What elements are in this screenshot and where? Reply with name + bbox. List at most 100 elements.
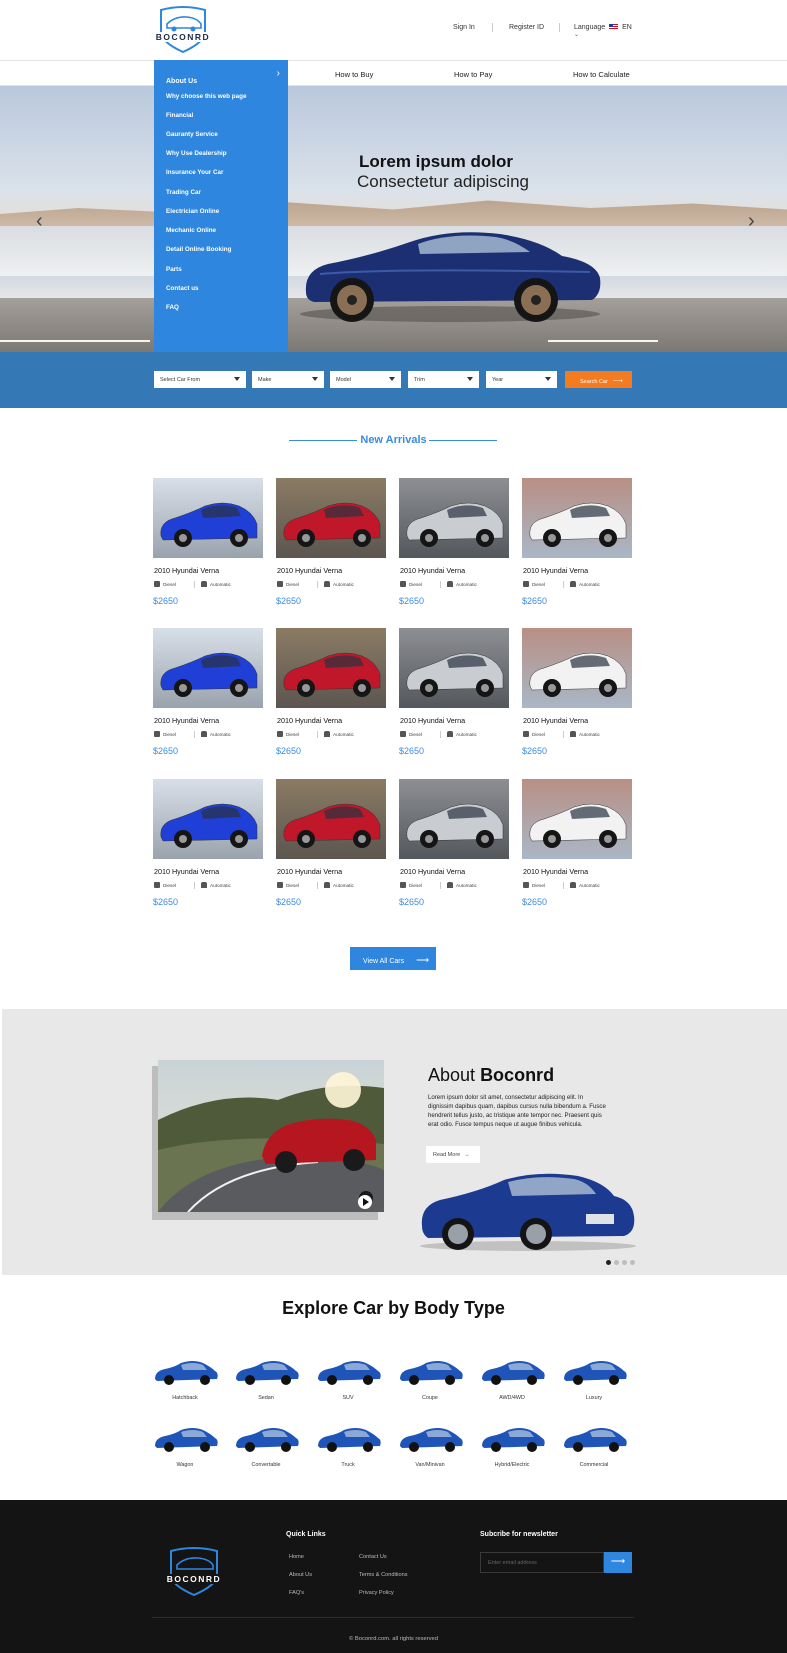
menu-item-insurance[interactable]: Insurance Your Car	[166, 169, 224, 176]
car-name[interactable]: 2010 Hyundai Verna	[154, 566, 219, 575]
body-type-item[interactable]: Hatchback	[145, 1355, 225, 1405]
read-more-button[interactable]: Read More →	[426, 1146, 480, 1163]
nav-how-to-pay[interactable]: How to Pay	[454, 70, 492, 79]
carousel-dot[interactable]	[622, 1260, 627, 1265]
body-type-item[interactable]: Sedan	[226, 1355, 306, 1405]
divider	[563, 581, 564, 588]
footer-link-terms[interactable]: Terms & Conditions	[359, 1572, 408, 1578]
footer-logo-icon[interactable]	[163, 1547, 225, 1597]
carousel-dot-active[interactable]	[606, 1260, 611, 1265]
select-trim[interactable]: Trim	[408, 371, 479, 388]
car-card[interactable]: 2010 Hyundai Verna Diesel Automatic $2650	[522, 628, 632, 756]
car-name[interactable]: 2010 Hyundai Verna	[400, 566, 465, 575]
car-card[interactable]: 2010 Hyundai Verna Diesel Automatic $2650	[153, 628, 263, 756]
search-car-button[interactable]: Search Car ⟶	[565, 371, 632, 388]
menu-item-trading-car[interactable]: Trading Car	[166, 189, 201, 196]
body-type-item[interactable]: Coupe	[390, 1355, 470, 1405]
view-all-cars-button[interactable]: View All Cars ⟶	[350, 947, 436, 970]
car-photo[interactable]	[399, 478, 509, 558]
select-model[interactable]: Model	[330, 371, 401, 388]
transmission-icon	[447, 581, 453, 587]
car-photo[interactable]	[153, 478, 263, 558]
menu-item-why-dealership[interactable]: Why Use Dealership	[166, 150, 227, 157]
car-card[interactable]: 2010 Hyundai Verna Diesel Automatic $2650	[522, 779, 632, 907]
car-name[interactable]: 2010 Hyundai Verna	[277, 867, 342, 876]
car-photo[interactable]	[522, 478, 632, 558]
menu-item-faq[interactable]: FAQ	[166, 304, 179, 311]
car-card[interactable]: 2010 Hyundai Verna Diesel Automatic $2650	[276, 478, 386, 606]
menu-item-detail-booking[interactable]: Detail Online Booking	[166, 246, 231, 253]
car-name[interactable]: 2010 Hyundai Verna	[277, 716, 342, 725]
menu-item-mechanic[interactable]: Mechanic Online	[166, 227, 216, 234]
car-photo[interactable]	[276, 779, 386, 859]
car-card[interactable]: 2010 Hyundai Verna Diesel Automatic $2650	[153, 779, 263, 907]
body-type-item[interactable]: Van/Minivan	[390, 1422, 470, 1472]
car-name[interactable]: 2010 Hyundai Verna	[154, 867, 219, 876]
menu-item-why-choose[interactable]: Why choose this web page	[166, 93, 246, 100]
car-transmission: Automatic	[579, 732, 600, 737]
car-card[interactable]: 2010 Hyundai Verna Diesel Automatic $2650	[399, 628, 509, 756]
car-name[interactable]: 2010 Hyundai Verna	[154, 716, 219, 725]
footer-link-about[interactable]: About Us	[289, 1572, 312, 1578]
body-type-item[interactable]: Commercial	[554, 1422, 634, 1472]
car-name[interactable]: 2010 Hyundai Verna	[523, 566, 588, 575]
menu-item-financial[interactable]: Financial	[166, 112, 193, 119]
car-card[interactable]: 2010 Hyundai Verna Diesel Automatic $2650	[276, 628, 386, 756]
select-year[interactable]: Year	[486, 371, 557, 388]
body-type-car-icon	[564, 1361, 627, 1385]
car-photo[interactable]	[153, 779, 263, 859]
logo[interactable]: BOCONRD	[153, 6, 213, 54]
footer-link-faq[interactable]: FAQ's	[289, 1590, 304, 1596]
carousel-dot[interactable]	[614, 1260, 619, 1265]
nav-about-us[interactable]: About Us ›	[166, 68, 280, 85]
newsletter-email-input[interactable]: Enter email address	[480, 1552, 604, 1573]
nav-how-to-buy[interactable]: How to Buy	[335, 70, 373, 79]
car-transmission: Automatic	[456, 582, 477, 587]
body-type-item[interactable]: Convertable	[226, 1422, 306, 1472]
body-type-item[interactable]: SUV	[308, 1355, 388, 1405]
car-card[interactable]: 2010 Hyundai Verna Diesel Automatic $2650	[399, 478, 509, 606]
car-name[interactable]: 2010 Hyundai Verna	[400, 867, 465, 876]
sign-in-link[interactable]: Sign In	[453, 24, 475, 31]
body-type-item[interactable]: Wagon	[145, 1422, 225, 1472]
car-photo[interactable]	[522, 628, 632, 708]
select-car-from[interactable]: Select Car From	[154, 371, 246, 388]
menu-item-parts[interactable]: Parts	[166, 266, 182, 273]
next-arrow-icon[interactable]: ›	[748, 210, 755, 233]
car-price: $2650	[276, 746, 302, 756]
car-name[interactable]: 2010 Hyundai Verna	[523, 867, 588, 876]
body-type-item[interactable]: Hybrid/Electric	[472, 1422, 552, 1472]
language-label: Language	[574, 24, 606, 31]
body-type-item[interactable]: Luxury	[554, 1355, 634, 1405]
prev-arrow-icon[interactable]: ‹	[36, 210, 43, 233]
carousel-dot[interactable]	[630, 1260, 635, 1265]
menu-item-electrician[interactable]: Electrician Online	[166, 208, 219, 215]
footer-link-privacy[interactable]: Privacy Policy	[359, 1590, 394, 1596]
car-photo[interactable]	[276, 628, 386, 708]
car-photo[interactable]	[153, 628, 263, 708]
car-card[interactable]: 2010 Hyundai Verna Diesel Automatic $2650	[522, 478, 632, 606]
body-type-item[interactable]: AWD/4WD	[472, 1355, 552, 1405]
car-name[interactable]: 2010 Hyundai Verna	[523, 716, 588, 725]
menu-item-gauranty-service[interactable]: Gauranty Service	[166, 131, 218, 138]
menu-item-contact[interactable]: Contact us	[166, 285, 199, 292]
nav-how-to-calculate[interactable]: How to Calculate	[573, 70, 630, 79]
footer-link-contact[interactable]: Contact Us	[359, 1554, 387, 1560]
car-card[interactable]: 2010 Hyundai Verna Diesel Automatic $2650	[399, 779, 509, 907]
select-make[interactable]: Make	[252, 371, 324, 388]
register-link[interactable]: Register ID	[509, 24, 544, 31]
car-name[interactable]: 2010 Hyundai Verna	[277, 566, 342, 575]
subscribe-arrow-button[interactable]: ⟶	[604, 1552, 632, 1573]
car-name[interactable]: 2010 Hyundai Verna	[400, 716, 465, 725]
footer-link-home[interactable]: Home	[289, 1554, 304, 1560]
play-icon[interactable]	[358, 1195, 372, 1209]
car-photo[interactable]	[399, 779, 509, 859]
language-selector[interactable]: Language EN ⌄	[574, 24, 636, 38]
body-type-item[interactable]: Truck	[308, 1422, 388, 1472]
car-photo[interactable]	[522, 779, 632, 859]
car-card[interactable]: 2010 Hyundai Verna Diesel Automatic $2650	[276, 779, 386, 907]
car-photo[interactable]	[399, 628, 509, 708]
car-photo[interactable]	[276, 478, 386, 558]
car-image	[160, 502, 258, 547]
car-card[interactable]: 2010 Hyundai Verna Diesel Automatic $2650	[153, 478, 263, 606]
